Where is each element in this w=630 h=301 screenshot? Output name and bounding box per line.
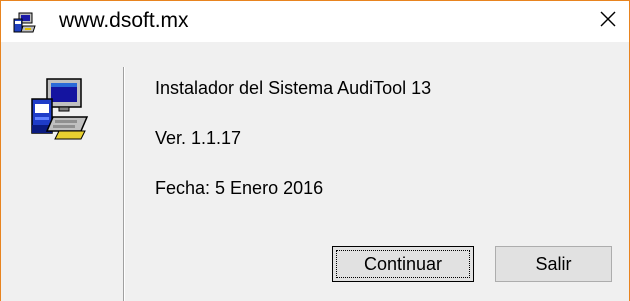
version-label: Ver. 1.1.17 xyxy=(155,128,242,148)
date-label: Fecha: 5 Enero 2016 xyxy=(155,178,324,198)
continue-button[interactable]: Continuar xyxy=(332,246,474,282)
exit-button[interactable]: Salir xyxy=(495,246,612,282)
computer-setup-icon xyxy=(13,12,37,34)
product-title: Instalador del Sistema AudiTool 13 xyxy=(155,78,432,98)
vertical-divider xyxy=(123,67,125,301)
installer-dialog: www.dsoft.mx Instalador del Sistema Audi… xyxy=(0,0,630,301)
close-button[interactable] xyxy=(587,1,629,42)
title-bar[interactable]: www.dsoft.mx xyxy=(1,1,629,42)
exit-button-label: Salir xyxy=(535,253,572,274)
focus-rectangle xyxy=(336,250,470,278)
window-title: www.dsoft.mx xyxy=(59,9,189,32)
computer-setup-icon xyxy=(29,77,89,141)
close-icon xyxy=(599,10,617,33)
dialog-body: Instalador del Sistema AudiTool 13 Ver. … xyxy=(1,42,629,301)
